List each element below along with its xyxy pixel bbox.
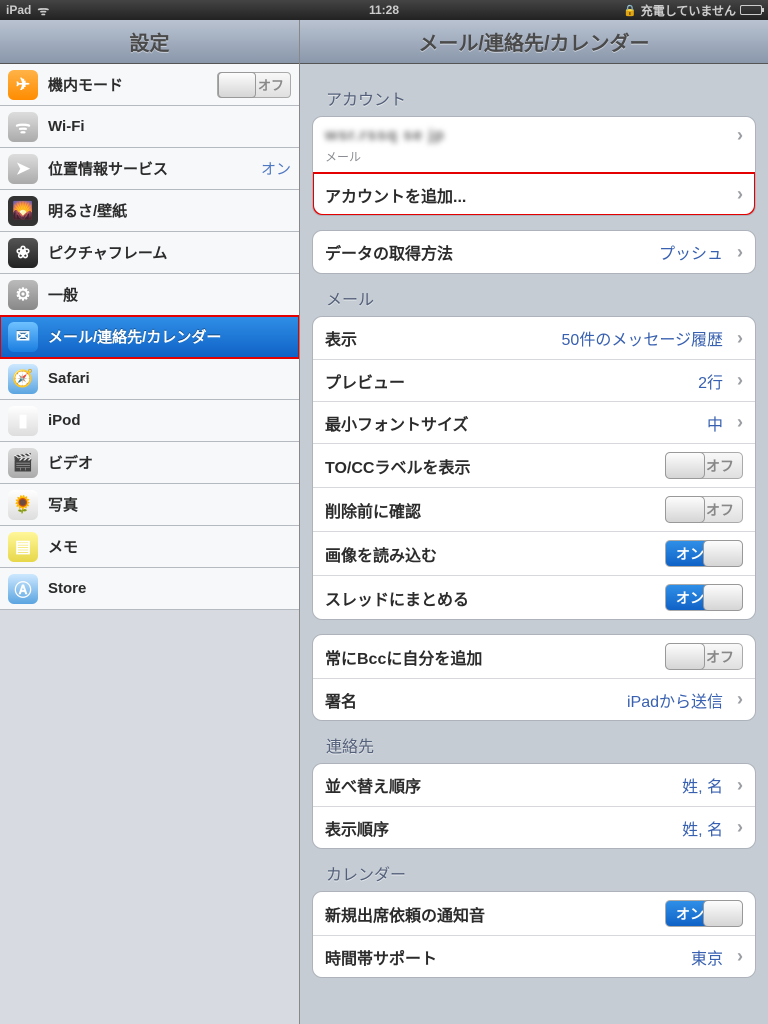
sidebar-item-label: Store <box>48 580 86 597</box>
section-label-accounts: アカウント <box>312 74 756 116</box>
row-sort-order[interactable]: 並べ替え順序 姓, 名 › <box>313 764 755 806</box>
load-images-toggle[interactable]: オン <box>665 540 743 567</box>
ipod-icon: ▮ <box>8 406 38 436</box>
sidebar-item-notes[interactable]: ▤ メモ <box>0 526 299 568</box>
row-tz-support[interactable]: 時間帯サポート 東京 › <box>313 935 755 977</box>
device-label: iPad <box>6 3 31 17</box>
chevron-right-icon: › <box>737 775 743 796</box>
row-signature[interactable]: 署名 iPadから送信 › <box>313 678 755 720</box>
clock: 11:28 <box>258 3 510 17</box>
chevron-right-icon: › <box>737 184 743 205</box>
row-account[interactable]: wsr.rssq se jp › メール <box>313 117 755 173</box>
chevron-right-icon: › <box>737 946 743 967</box>
sidebar-item-label: 写真 <box>48 494 78 515</box>
row-add-account[interactable]: アカウントを追加... › <box>313 173 755 215</box>
mail-icon: ✉ <box>8 322 38 352</box>
location-icon: ➤ <box>8 154 38 184</box>
row-display-order[interactable]: 表示順序 姓, 名 › <box>313 806 755 848</box>
tocc-toggle[interactable]: オフ <box>665 452 743 479</box>
sidebar-item-brightness[interactable]: 🌄 明るさ/壁紙 <box>0 190 299 232</box>
safari-icon: 🧭 <box>8 364 38 394</box>
row-confirm-delete[interactable]: 削除前に確認 オフ <box>313 487 755 531</box>
chevron-right-icon: › <box>737 817 743 838</box>
sidebar-item-label: 明るさ/壁紙 <box>48 200 127 221</box>
airplane-toggle[interactable]: オフ <box>217 72 291 98</box>
sidebar-item-label: ピクチャフレーム <box>48 242 167 263</box>
store-icon: Ⓐ <box>8 574 38 604</box>
battery-icon <box>740 5 762 15</box>
sidebar-item-safari[interactable]: 🧭 Safari <box>0 358 299 400</box>
sidebar-item-label: メモ <box>48 536 78 557</box>
account-sub: メール <box>325 148 361 165</box>
sidebar-item-label: 一般 <box>48 284 78 305</box>
add-account-label: アカウントを追加... <box>325 183 466 207</box>
sidebar-item-airplane[interactable]: ✈ 機内モード オフ <box>0 64 299 106</box>
sidebar-item-label: 位置情報サービス <box>48 158 168 179</box>
section-label-contacts: 連絡先 <box>312 721 756 763</box>
status-bar: iPad ᯤ 11:28 🔒 充電していません <box>0 0 768 20</box>
picture-frame-icon: ❀ <box>8 238 38 268</box>
brightness-icon: 🌄 <box>8 196 38 226</box>
charging-status: 充電していません <box>641 2 736 19</box>
video-icon: 🎬 <box>8 448 38 478</box>
sidebar-title: 設定 <box>0 20 299 64</box>
sidebar-item-label: Safari <box>48 370 90 387</box>
bcc-toggle[interactable]: オフ <box>665 643 743 670</box>
fetch-value: プッシュ <box>659 240 723 264</box>
gear-icon: ⚙ <box>8 280 38 310</box>
sidebar-item-photos[interactable]: 🌻 写真 <box>0 484 299 526</box>
row-show[interactable]: 表示 50件のメッセージ履歴 › <box>313 317 755 359</box>
chevron-right-icon: › <box>737 412 743 433</box>
sidebar: 設定 ✈ 機内モード オフ ᯤ Wi-Fi ➤ 位置情報サービス オン 🌄 明る… <box>0 20 300 1024</box>
chevron-right-icon: › <box>737 125 743 146</box>
sidebar-item-label: メール/連絡先/カレンダー <box>48 326 221 347</box>
invite-toggle[interactable]: オン <box>665 900 743 927</box>
row-fetch[interactable]: データの取得方法 プッシュ › <box>313 231 755 273</box>
sidebar-item-label: iPod <box>48 412 81 429</box>
row-tocc[interactable]: TO/CCラベルを表示 オフ <box>313 443 755 487</box>
chevron-right-icon: › <box>737 242 743 263</box>
sidebar-item-ipod[interactable]: ▮ iPod <box>0 400 299 442</box>
row-new-invite[interactable]: 新規出席依頼の通知音 オン <box>313 892 755 935</box>
account-name: wsr.rssq se jp <box>325 127 445 145</box>
chevron-right-icon: › <box>737 689 743 710</box>
sidebar-item-picframe[interactable]: ❀ ピクチャフレーム <box>0 232 299 274</box>
sidebar-item-label: ビデオ <box>48 452 93 473</box>
sidebar-item-label: 機内モード <box>48 74 123 95</box>
section-label-calendar: カレンダー <box>312 849 756 891</box>
row-bcc-self[interactable]: 常にBccに自分を追加 オフ <box>313 635 755 678</box>
sidebar-item-wifi[interactable]: ᯤ Wi-Fi <box>0 106 299 148</box>
section-label-mail: メール <box>312 274 756 316</box>
photos-icon: 🌻 <box>8 490 38 520</box>
chevron-right-icon: › <box>737 328 743 349</box>
detail-title: メール/連絡先/カレンダー <box>300 20 768 64</box>
location-value: オン <box>261 158 291 179</box>
row-preview[interactable]: プレビュー 2行 › <box>313 359 755 401</box>
wifi-icon: ᯤ <box>37 1 49 19</box>
sidebar-item-location[interactable]: ➤ 位置情報サービス オン <box>0 148 299 190</box>
chevron-right-icon: › <box>737 370 743 391</box>
row-load-images[interactable]: 画像を読み込む オン <box>313 531 755 575</box>
confirm-delete-toggle[interactable]: オフ <box>665 496 743 523</box>
sidebar-item-mail[interactable]: ✉ メール/連絡先/カレンダー <box>0 316 299 358</box>
thread-toggle[interactable]: オン <box>665 584 743 611</box>
sidebar-item-label: Wi-Fi <box>48 118 85 135</box>
sidebar-item-store[interactable]: Ⓐ Store <box>0 568 299 610</box>
wifi-icon: ᯤ <box>8 112 38 142</box>
notes-icon: ▤ <box>8 532 38 562</box>
row-min-font[interactable]: 最小フォントサイズ 中 › <box>313 401 755 443</box>
sidebar-item-general[interactable]: ⚙ 一般 <box>0 274 299 316</box>
lock-icon: 🔒 <box>623 4 637 17</box>
airplane-icon: ✈ <box>8 70 38 100</box>
fetch-label: データの取得方法 <box>325 240 453 264</box>
sidebar-item-video[interactable]: 🎬 ビデオ <box>0 442 299 484</box>
detail-pane: メール/連絡先/カレンダー アカウント wsr.rssq se jp › メール… <box>300 20 768 1024</box>
row-thread[interactable]: スレッドにまとめる オン <box>313 575 755 619</box>
